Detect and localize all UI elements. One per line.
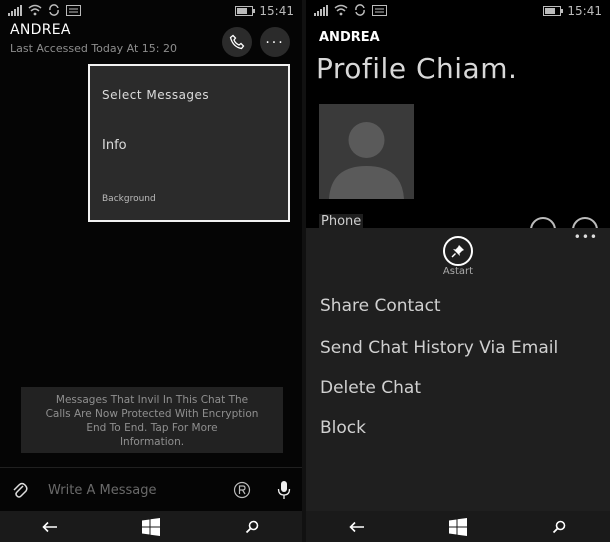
phone-label: Phone — [319, 214, 364, 229]
status-time: 15:41 — [567, 4, 602, 18]
message-input[interactable]: Write A Message — [48, 483, 156, 498]
background-item[interactable]: Background — [102, 194, 156, 204]
wifi-icon — [334, 4, 348, 16]
call-button[interactable] — [222, 27, 252, 57]
chat-options-popup: Select Messages Info Background — [88, 64, 290, 222]
pin-to-start-button[interactable] — [443, 236, 473, 266]
mic-icon[interactable] — [277, 480, 291, 500]
delete-chat-item[interactable]: Delete Chat — [320, 378, 421, 398]
more-icon[interactable]: ••• — [574, 230, 598, 244]
battery-icon — [543, 6, 564, 16]
profile-screen: 15:41 ANDREA Profile Chiam. Phone ••• As… — [306, 0, 610, 542]
encryption-notice[interactable]: Messages That Invil In This Chat The Cal… — [21, 387, 283, 453]
block-item[interactable]: Block — [320, 418, 366, 438]
search-button[interactable] — [232, 513, 272, 541]
emoji-icon[interactable] — [233, 481, 251, 499]
profile-title: Profile Chiam. — [316, 52, 518, 85]
back-button[interactable] — [337, 513, 377, 541]
wifi-icon — [28, 4, 42, 16]
start-button[interactable] — [438, 513, 478, 541]
sync-icon — [355, 4, 365, 16]
pin-label: Astart — [442, 266, 474, 277]
person-icon — [329, 122, 404, 199]
compose-bar: Write A Message — [0, 467, 302, 512]
avatar[interactable] — [319, 104, 414, 199]
more-options-button[interactable]: ... — [260, 27, 290, 57]
signal-icon — [314, 4, 328, 16]
navigation-bar — [306, 511, 610, 542]
search-icon — [553, 520, 566, 533]
profile-contact-name: ANDREA — [319, 30, 380, 45]
status-bar: 15:41 — [8, 4, 294, 20]
navigation-bar — [0, 511, 302, 542]
info-item[interactable]: Info — [102, 138, 127, 153]
back-button[interactable] — [30, 513, 70, 541]
search-button[interactable] — [539, 513, 579, 541]
back-icon — [42, 521, 58, 532]
message-icon — [372, 4, 387, 16]
attach-icon[interactable] — [12, 481, 28, 499]
windows-icon — [448, 517, 467, 536]
sync-icon — [49, 4, 59, 16]
search-icon — [245, 520, 258, 533]
select-messages-item[interactable]: Select Messages — [102, 88, 209, 102]
message-icon — [66, 4, 81, 16]
encryption-notice-line: End To End. Tap For More — [86, 422, 218, 434]
phone-icon — [229, 34, 245, 50]
status-time: 15:41 — [259, 4, 294, 18]
send-chat-history-item[interactable]: Send Chat History Via Email — [320, 338, 558, 358]
encryption-notice-line: Information. — [119, 436, 185, 448]
encryption-notice-line: Messages That Invil In This Chat The — [55, 394, 249, 406]
encryption-notice-line: Calls Are Now Protected With Encryption — [45, 408, 259, 420]
pin-icon — [451, 245, 464, 258]
chat-screen: 15:41 ANDREA Last Accessed Today At 15: … — [0, 0, 302, 542]
share-contact-item[interactable]: Share Contact — [320, 296, 441, 316]
battery-icon — [235, 6, 256, 16]
status-bar: 15:41 — [314, 4, 602, 20]
signal-icon — [8, 4, 22, 16]
back-icon — [349, 521, 364, 532]
more-icon: ... — [265, 31, 285, 47]
last-accessed-text: Last Accessed Today At 15: 20 — [10, 42, 177, 55]
start-button[interactable] — [131, 513, 171, 541]
app-bar-menu: ••• Astart Share Contact Send Chat Histo… — [306, 228, 610, 511]
windows-icon — [141, 517, 160, 536]
contact-name[interactable]: ANDREA — [10, 22, 71, 38]
